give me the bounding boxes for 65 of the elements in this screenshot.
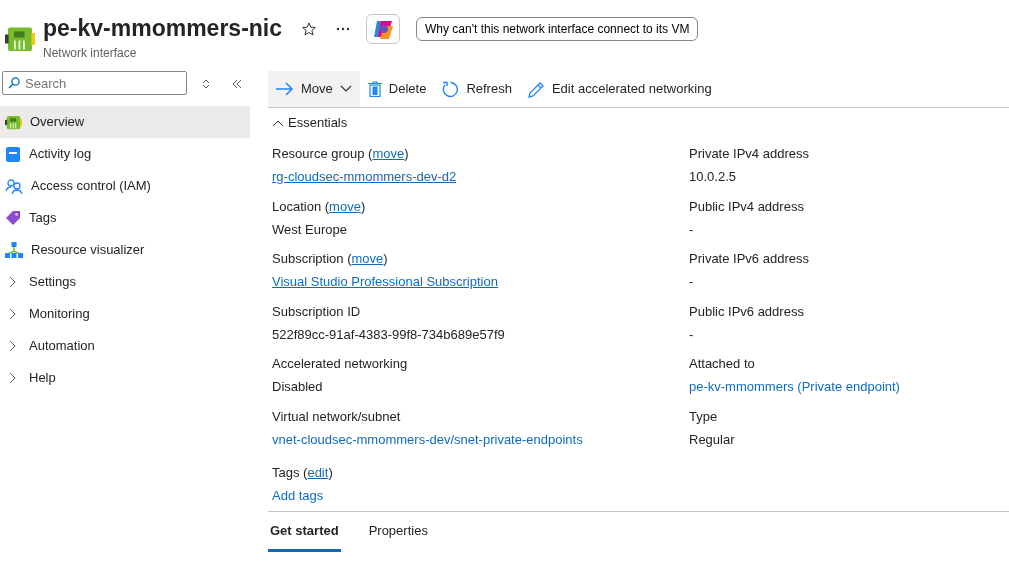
field-label: Location (move) (272, 198, 366, 214)
tab[interactable]: Properties (366, 512, 430, 552)
pencil-icon (527, 80, 545, 98)
field-label: Type (689, 408, 718, 424)
toolbar-button[interactable]: Refresh (434, 71, 520, 107)
essentials-toggle[interactable]: Essentials (268, 108, 354, 138)
field-label: Tags (edit) (272, 465, 333, 480)
trash-icon (367, 81, 382, 97)
field-label: Accelerated networking (272, 356, 408, 371)
field-label: Attached to (689, 356, 755, 371)
chevron-icon (272, 119, 284, 127)
copilot-icon (372, 18, 395, 40)
field-value: Disabled (272, 379, 323, 394)
action-link[interactable]: move (329, 198, 361, 214)
sidebar-item[interactable]: Tags (0, 202, 250, 234)
field-label: Private IPv4 address (689, 146, 809, 161)
field-label: Virtual network/subnet (272, 408, 401, 424)
toolbar-button[interactable]: Delete (359, 71, 435, 107)
resource-type: Network interface (43, 45, 138, 62)
field-label: Subscription (move) (272, 251, 388, 266)
star-icon (302, 22, 317, 36)
network-card-icon (5, 113, 22, 131)
field-label: Private IPv6 address (689, 251, 809, 266)
field-value: 10.0.2.5 (689, 169, 736, 184)
value-link[interactable]: pe-kv-mmommers (Private endpoint) (689, 379, 900, 394)
sidebar-item[interactable]: Settings (0, 266, 250, 298)
search-field[interactable]: Search (2, 71, 187, 95)
value-link[interactable]: rg-cloudsec-mmommers-dev-d2 (272, 169, 457, 184)
more-icon (336, 27, 351, 31)
field-value: - (689, 221, 694, 237)
field-value: Regular (689, 431, 735, 447)
field-value: - (689, 274, 694, 289)
book-icon (5, 145, 21, 163)
tab[interactable]: Get started (268, 512, 341, 552)
value-link[interactable]: Visual Studio Professional Subscription (272, 274, 498, 289)
tag-icon (5, 210, 21, 226)
copilot-prompt-button[interactable]: Why can't this network interface connect to its VM (416, 17, 699, 41)
toolbar-button[interactable]: Move (268, 71, 360, 107)
field-label: Resource group (move) (272, 146, 409, 161)
field-label: Subscription ID (272, 303, 361, 319)
toolbar-button[interactable]: Edit accelerated networking (519, 71, 720, 107)
refresh-icon (442, 80, 460, 98)
copilot-button[interactable] (366, 14, 401, 44)
sidebar-item[interactable]: Resource visualizer (0, 234, 250, 266)
field-value: 522f89cc-91af-4383-99f8-734b689e57f9 (272, 326, 505, 342)
value-link[interactable]: vnet-cloudsec-mmommers-dev/snet-private-endpoints (272, 431, 583, 447)
field-label: Public IPv4 address (689, 198, 804, 214)
hierarchy-icon (5, 242, 23, 258)
field-label: Public IPv6 address (689, 303, 804, 319)
field-value: West Europe (272, 221, 347, 237)
people-icon (5, 178, 23, 194)
sidebar-item[interactable]: Activity log (0, 138, 250, 170)
add-tags-link[interactable]: Add tags (272, 488, 324, 503)
sidebar-item[interactable]: Automation (0, 330, 250, 362)
resource-title: pe-kv-mmommers-nic (43, 16, 283, 42)
action-link[interactable]: move (351, 251, 384, 266)
sidebar-item[interactable]: Overview (0, 106, 250, 138)
double-chevron-icon (232, 78, 242, 89)
action-link[interactable]: edit (307, 465, 329, 480)
sidebar-item[interactable]: Monitoring (0, 298, 250, 330)
sidebar-item[interactable]: Access control (IAM) (0, 170, 250, 202)
sidebar-item[interactable]: Help (0, 362, 250, 394)
field-value: - (689, 326, 694, 342)
up-down-icon (202, 78, 210, 89)
arrow-icon (276, 82, 294, 96)
